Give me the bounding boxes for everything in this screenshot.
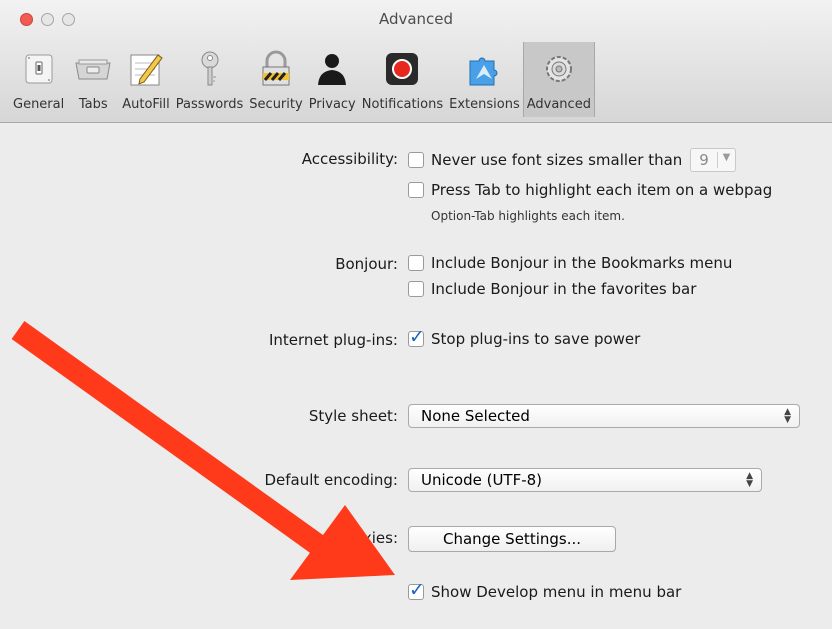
tabs-icon — [70, 46, 116, 92]
min-font-size-checkbox[interactable] — [408, 152, 424, 168]
bonjour-favorites-label: Include Bonjour in the favorites bar — [431, 280, 697, 298]
tab-label: General — [13, 97, 65, 112]
bonjour-bookmarks-label: Include Bonjour in the Bookmarks menu — [431, 254, 733, 272]
tab-label: Tabs — [78, 97, 108, 112]
bonjour-favorites-checkbox[interactable] — [408, 281, 424, 297]
tab-label: Passwords — [175, 97, 244, 112]
develop-menu-row: Show Develop menu in menu bar — [408, 579, 682, 601]
tab-highlight-label: Press Tab to highlight each item on a we… — [431, 181, 773, 199]
tab-label: Notifications — [361, 97, 444, 112]
stop-plugins-checkbox[interactable] — [408, 326, 425, 348]
tab-general[interactable]: General — [10, 42, 67, 117]
min-font-size-row: Never use font sizes smaller than 9 ▼ — [408, 148, 737, 172]
pencil-form-icon — [123, 46, 169, 92]
change-settings-button[interactable]: Change Settings... — [408, 526, 616, 552]
updown-arrows-icon: ▲ ▼ — [746, 471, 753, 489]
tab-highlight-checkbox[interactable] — [408, 182, 424, 198]
tab-notifications[interactable]: Notifications — [359, 42, 446, 117]
plugins-label: Internet plug-ins: — [268, 331, 398, 349]
title-bar: Advanced General Tabs AutoFill Passwords… — [0, 0, 832, 123]
tab-extensions[interactable]: Extensions — [446, 42, 523, 117]
puzzle-compass-icon — [461, 46, 507, 92]
bonjour-bookmarks-checkbox[interactable] — [408, 255, 424, 271]
bonjour-label: Bonjour: — [335, 255, 398, 273]
tab-security[interactable]: Security — [246, 42, 305, 117]
tab-label: Privacy — [308, 97, 356, 112]
style-sheet-select[interactable]: None Selected ▲ ▼ — [408, 404, 800, 428]
style-sheet-value: None Selected — [421, 407, 530, 425]
proxies-label: Proxies: — [339, 529, 398, 547]
develop-menu-label: Show Develop menu in menu bar — [431, 583, 682, 601]
stop-plugins-label: Stop plug-ins to save power — [431, 330, 641, 348]
preferences-window: Advanced General Tabs AutoFill Passwords… — [0, 0, 832, 629]
tab-label: Security — [249, 97, 303, 112]
bonjour-bookmarks-row: Include Bonjour in the Bookmarks menu — [408, 254, 732, 272]
notification-record-icon — [379, 46, 425, 92]
gears-icon — [536, 46, 582, 92]
tab-tabs[interactable]: Tabs — [67, 42, 119, 117]
style-sheet-label: Style sheet: — [308, 407, 398, 425]
preferences-toolbar: General Tabs AutoFill Passwords Security… — [10, 42, 595, 117]
tab-label: Advanced — [526, 97, 591, 112]
min-font-size-label: Never use font sizes smaller than — [431, 151, 683, 169]
switch-icon — [16, 46, 62, 92]
develop-menu-checkbox[interactable] — [408, 579, 425, 601]
tab-label: AutoFill — [122, 97, 170, 112]
window-title: Advanced — [378, 10, 454, 28]
tab-passwords[interactable]: Passwords — [173, 42, 247, 117]
encoding-select[interactable]: Unicode (UTF-8) ▲ ▼ — [408, 468, 762, 492]
bonjour-favorites-row: Include Bonjour in the favorites bar — [408, 280, 696, 298]
encoding-value: Unicode (UTF-8) — [421, 471, 543, 489]
tab-label: Extensions — [449, 97, 520, 112]
chevron-down-icon: ▼ — [716, 152, 730, 168]
updown-arrows-icon: ▲ ▼ — [784, 407, 791, 425]
min-font-size-select[interactable]: 9 ▼ — [690, 148, 737, 172]
tab-highlight-row: Press Tab to highlight each item on a we… — [408, 181, 772, 199]
tab-highlight-note: Option-Tab highlights each item. — [431, 209, 625, 223]
min-font-size-value: 9 — [699, 151, 709, 169]
tab-privacy[interactable]: Privacy — [306, 42, 359, 117]
tab-advanced[interactable]: Advanced — [522, 42, 595, 117]
person-silhouette-icon — [309, 46, 355, 92]
padlock-icon — [253, 46, 299, 92]
encoding-label: Default encoding: — [264, 471, 398, 489]
advanced-settings-pane: Accessibility: Never use font sizes smal… — [0, 123, 832, 629]
key-icon — [187, 46, 233, 92]
accessibility-label: Accessibility: — [301, 150, 398, 168]
tab-autofill[interactable]: AutoFill — [119, 42, 173, 117]
stop-plugins-row: Stop plug-ins to save power — [408, 326, 641, 348]
